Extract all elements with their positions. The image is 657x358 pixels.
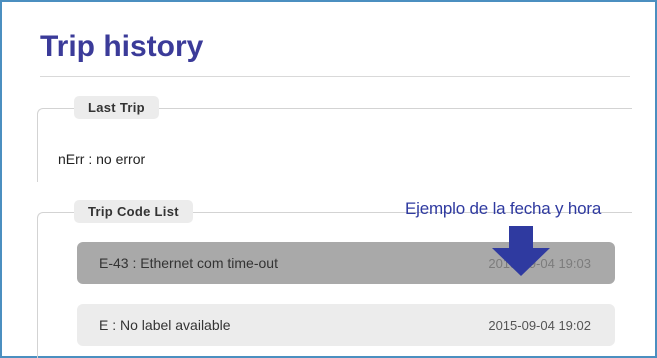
title-divider (40, 76, 630, 77)
last-trip-value: nErr : no error (58, 151, 146, 167)
page-title: Trip history (40, 30, 204, 63)
trip-code-datetime: 2015-09-04 19:02 (488, 317, 591, 333)
last-trip-legend: Last Trip (74, 96, 159, 119)
trip-code-row[interactable]: E : No label available 2015-09-04 19:02 (77, 304, 615, 346)
trip-code-list-legend: Trip Code List (74, 200, 193, 223)
last-trip-section: Last Trip nErr : no error (37, 96, 632, 182)
trip-code-label: E-43 : Ethernet com time-out (99, 255, 278, 271)
annotation-label: Ejemplo de la fecha y hora (405, 199, 602, 218)
trip-code-label: E : No label available (99, 317, 231, 333)
down-arrow-icon (492, 226, 550, 276)
screenshot-frame: Trip history Last Trip nErr : no error T… (0, 0, 657, 358)
